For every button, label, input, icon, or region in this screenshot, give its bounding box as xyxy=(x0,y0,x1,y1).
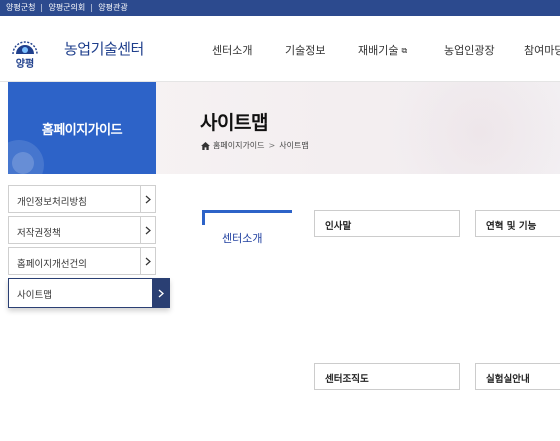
external-link-icon: ⧉ xyxy=(401,46,408,55)
home-icon[interactable] xyxy=(201,141,210,150)
topbar-link-county[interactable]: 양평군청 xyxy=(6,0,35,16)
top-utility-bar: 양평군청 양평군의회 양평관광 xyxy=(0,0,560,16)
chevron-right-icon xyxy=(140,248,155,274)
lnb-item-label: 저작권정책 xyxy=(17,228,61,239)
sitemap-link-history[interactable]: 연혁 및 기능 xyxy=(475,210,560,237)
sitemap-link-greeting[interactable]: 인사말 xyxy=(314,210,460,237)
sitemap-link-label: 인사말 xyxy=(325,221,352,232)
sitemap-section-title[interactable]: 센터소개 xyxy=(222,230,262,246)
breadcrumb-item-current: 사이트맵 xyxy=(279,141,309,150)
nav-label: 참여마당 xyxy=(524,44,560,57)
decorative-shape xyxy=(390,82,560,174)
sitemap-link-lab-info[interactable]: 실험실안내 xyxy=(475,363,560,390)
lnb-title: 홈페이지가이드 xyxy=(41,123,123,138)
topbar-divider xyxy=(41,4,43,12)
lnb-item-site-suggestion[interactable]: 홈페이지개선건의 xyxy=(8,247,156,275)
site-header: 양평 농업기술센터 센터소개 기술정보 재배기술 ⧉ 농업인광장 참여마당 xyxy=(0,16,560,82)
page-title: 사이트맵 xyxy=(200,112,268,134)
logo-text: 양평 xyxy=(16,57,34,70)
nav-item-cultivation[interactable]: 재배기술 ⧉ xyxy=(358,42,407,58)
lnb-item-label: 홈페이지개선건의 xyxy=(17,259,87,270)
section-accent-bar xyxy=(202,210,205,225)
sitemap-link-label: 실험실안내 xyxy=(486,374,530,385)
sitemap-link-organization[interactable]: 센터조직도 xyxy=(314,363,460,390)
chevron-right-icon xyxy=(152,279,169,307)
topbar-link-tourism[interactable]: 양평관광 xyxy=(98,0,127,16)
sub-visual-banner: 홈페이지가이드 사이트맵 홈페이지가이드 > 사이트맵 xyxy=(0,82,560,174)
nav-item-participation[interactable]: 참여마당 xyxy=(524,42,560,58)
topbar-divider xyxy=(91,4,93,12)
lnb-item-copyright-policy[interactable]: 저작권정책 xyxy=(8,216,156,244)
nav-label: 농업인광장 xyxy=(444,44,495,57)
chevron-right-icon: > xyxy=(268,141,276,150)
nav-label: 기술정보 xyxy=(285,44,326,57)
sitemap-link-label: 센터조직도 xyxy=(325,374,369,385)
breadcrumb: 홈페이지가이드 > 사이트맵 xyxy=(201,140,309,151)
chevron-right-icon xyxy=(140,217,155,243)
decorative-circle xyxy=(12,152,34,174)
breadcrumb-item[interactable]: 홈페이지가이드 xyxy=(213,140,265,151)
section-accent-bar xyxy=(202,210,292,213)
lnb-item-sitemap[interactable]: 사이트맵 xyxy=(8,278,170,308)
lnb-item-label: 개인정보처리방침 xyxy=(17,197,87,208)
chevron-right-icon xyxy=(140,186,155,212)
lnb-item-privacy-policy[interactable]: 개인정보처리방침 xyxy=(8,185,156,213)
lnb-item-label: 사이트맵 xyxy=(17,290,52,301)
nav-label: 재배기술 xyxy=(358,44,399,57)
site-title[interactable]: 농업기술센터 xyxy=(64,38,144,59)
lnb-title-box: 홈페이지가이드 xyxy=(8,82,156,174)
nav-item-center-intro[interactable]: 센터소개 xyxy=(212,42,252,58)
nav-item-farmer-square[interactable]: 농업인광장 xyxy=(444,42,495,58)
nav-label: 센터소개 xyxy=(212,44,253,57)
topbar-link-council[interactable]: 양평군의회 xyxy=(48,0,85,16)
county-logo-icon[interactable]: 양평 xyxy=(8,36,42,70)
sitemap-link-label: 연혁 및 기능 xyxy=(486,221,537,232)
nav-item-tech-info[interactable]: 기술정보 xyxy=(285,42,325,58)
